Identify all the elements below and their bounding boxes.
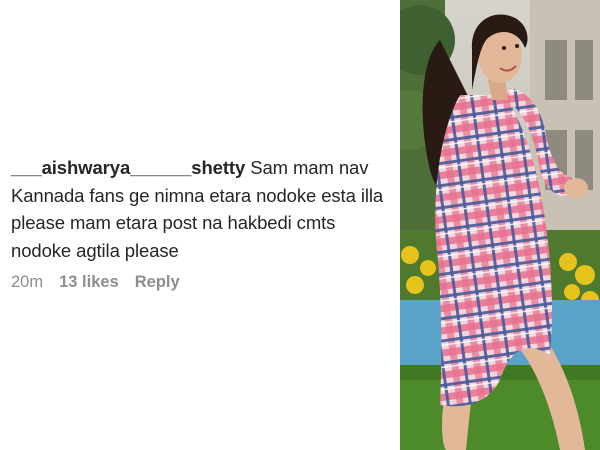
comment-timestamp: 20m (11, 273, 44, 291)
woman-in-plaid-shirt-image (400, 0, 600, 450)
comment-username[interactable]: ___aishwarya______shetty (11, 157, 245, 178)
comment-panel: ___aishwarya______shetty Sam mam nav Kan… (0, 0, 400, 450)
reply-button[interactable]: Reply (135, 273, 180, 292)
likes-count[interactable]: 13 likes (59, 273, 119, 292)
comment-body: ___aishwarya______shetty Sam mam nav Kan… (11, 154, 396, 264)
photo-panel (400, 0, 600, 450)
comment-meta: 20m 13 likes Reply (11, 273, 180, 292)
